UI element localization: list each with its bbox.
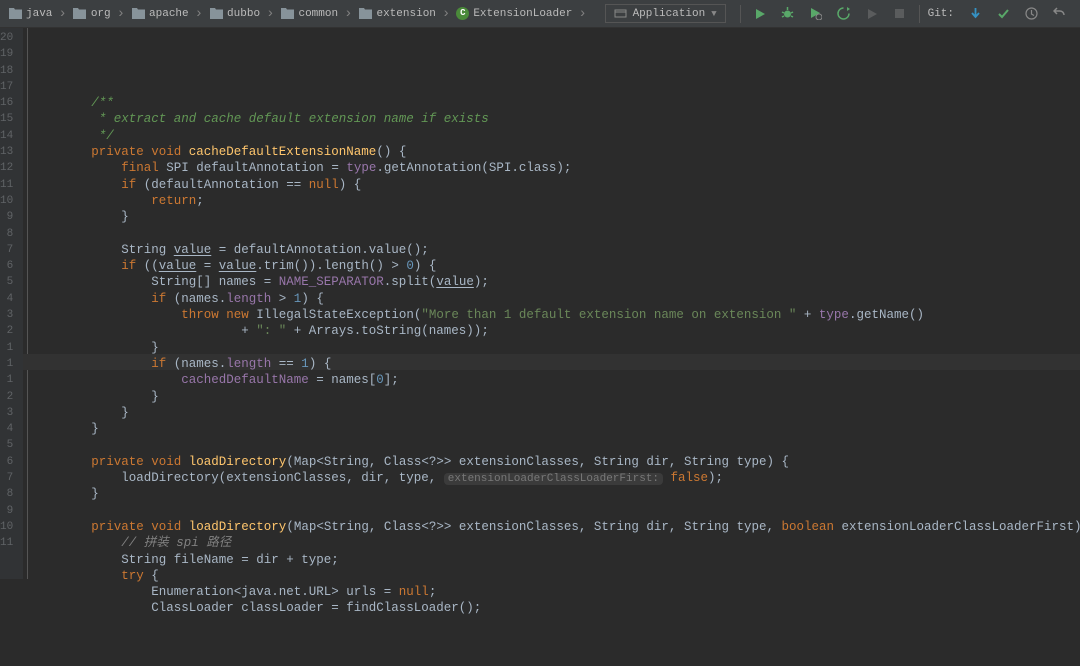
line-number: 1 xyxy=(0,356,13,372)
line-number: 12 xyxy=(0,160,13,176)
breadcrumb-item-class[interactable]: C ExtensionLoader xyxy=(452,5,576,22)
line-number: 15 xyxy=(0,111,13,127)
stop-button[interactable] xyxy=(889,3,911,25)
editor-area: 20 19 18 17 16 15 14 13 12 11 10 9 8 7 6… xyxy=(0,28,1080,579)
folder-icon xyxy=(358,7,372,21)
stop-icon xyxy=(894,8,905,19)
debug-button[interactable] xyxy=(777,3,799,25)
breadcrumb-separator: › xyxy=(578,6,586,22)
line-number: 6 xyxy=(0,454,13,470)
line-number: 16 xyxy=(0,95,13,111)
toolbar-actions: Git: xyxy=(732,3,1076,25)
line-number: 8 xyxy=(0,486,13,502)
breadcrumb-item-common[interactable]: common xyxy=(276,5,342,23)
line-number: 6 xyxy=(0,258,13,274)
breadcrumb-separator: › xyxy=(344,6,352,22)
clock-icon xyxy=(1025,7,1038,20)
breadcrumb-separator: › xyxy=(266,6,274,22)
breadcrumb-separator: › xyxy=(58,6,66,22)
line-number: 9 xyxy=(0,503,13,519)
git-commit-button[interactable] xyxy=(992,3,1014,25)
line-number: 9 xyxy=(0,209,13,225)
folder-icon xyxy=(131,7,145,21)
line-number: 1 xyxy=(0,340,13,356)
line-number: 20 xyxy=(0,30,13,46)
breadcrumb-label: dubbo xyxy=(227,8,260,20)
breadcrumb-separator: › xyxy=(442,6,450,22)
breadcrumb-label: java xyxy=(26,8,52,20)
line-number: 10 xyxy=(0,519,13,535)
git-revert-button[interactable] xyxy=(1048,3,1070,25)
breadcrumb-item-extension[interactable]: extension xyxy=(354,5,439,23)
dropdown-arrow-icon: ▼ xyxy=(711,9,716,19)
line-number: 2 xyxy=(0,323,13,339)
breadcrumb-label: extension xyxy=(376,8,435,20)
line-number: 3 xyxy=(0,307,13,323)
toolbar-separator xyxy=(740,5,741,23)
breadcrumb-separator: › xyxy=(117,6,125,22)
arrow-down-icon xyxy=(969,7,982,20)
folder-icon xyxy=(8,7,22,21)
line-number: 8 xyxy=(0,226,13,242)
breadcrumb-label: common xyxy=(298,8,338,20)
line-number: 10 xyxy=(0,193,13,209)
git-label: Git: xyxy=(928,8,954,20)
coverage-button[interactable] xyxy=(805,3,827,25)
line-number: 1 xyxy=(0,372,13,388)
shield-play-icon xyxy=(809,7,822,20)
line-number: 19 xyxy=(0,46,13,62)
line-number: 7 xyxy=(0,470,13,486)
play-icon xyxy=(754,8,766,20)
checkmark-icon xyxy=(997,7,1010,20)
line-number: 11 xyxy=(0,535,13,551)
breadcrumb-label: org xyxy=(91,8,111,20)
code-text: /** * extract and cache default extensio… xyxy=(31,79,1080,633)
line-number: 2 xyxy=(0,389,13,405)
line-number: 4 xyxy=(0,291,13,307)
breadcrumb-label: ExtensionLoader xyxy=(473,8,572,20)
folder-icon xyxy=(73,7,87,21)
line-number: 11 xyxy=(0,177,13,193)
breadcrumb-separator: › xyxy=(195,6,203,22)
run-config-icon xyxy=(614,7,627,20)
folder-icon xyxy=(209,7,223,21)
git-update-button[interactable] xyxy=(964,3,986,25)
git-history-button[interactable] xyxy=(1020,3,1042,25)
folder-icon xyxy=(280,7,294,21)
bug-icon xyxy=(781,7,794,20)
profile-button[interactable] xyxy=(833,3,855,25)
breadcrumb-item-dubbo[interactable]: dubbo xyxy=(205,5,264,23)
line-number: 5 xyxy=(0,274,13,290)
run-config-label: Application xyxy=(633,8,706,20)
toolbar-separator xyxy=(919,5,920,23)
attach-button[interactable] xyxy=(861,3,883,25)
class-icon: C xyxy=(456,7,469,20)
line-number: 5 xyxy=(0,437,13,453)
line-number: 18 xyxy=(0,63,13,79)
play-grey-icon xyxy=(866,8,878,20)
run-config-dropdown[interactable]: Application ▼ xyxy=(605,4,726,23)
run-button[interactable] xyxy=(749,3,771,25)
undo-icon xyxy=(1053,7,1066,20)
breadcrumb: java › org › apache › dubbo › common › e… xyxy=(4,5,599,23)
line-number-gutter[interactable]: 20 19 18 17 16 15 14 13 12 11 10 9 8 7 6… xyxy=(0,28,23,579)
line-number: 4 xyxy=(0,421,13,437)
line-number: 13 xyxy=(0,144,13,160)
breadcrumb-item-org[interactable]: org xyxy=(69,5,115,23)
breadcrumb-item-java[interactable]: java xyxy=(4,5,56,23)
breadcrumb-label: apache xyxy=(149,8,189,20)
line-number: 17 xyxy=(0,79,13,95)
line-number: 14 xyxy=(0,128,13,144)
line-number: 7 xyxy=(0,242,13,258)
code-editor[interactable]: /** * extract and cache default extensio… xyxy=(23,28,1080,579)
breadcrumb-item-apache[interactable]: apache xyxy=(127,5,193,23)
line-number: 3 xyxy=(0,405,13,421)
refresh-play-icon xyxy=(837,7,850,20)
toolbar: java › org › apache › dubbo › common › e… xyxy=(0,0,1080,28)
